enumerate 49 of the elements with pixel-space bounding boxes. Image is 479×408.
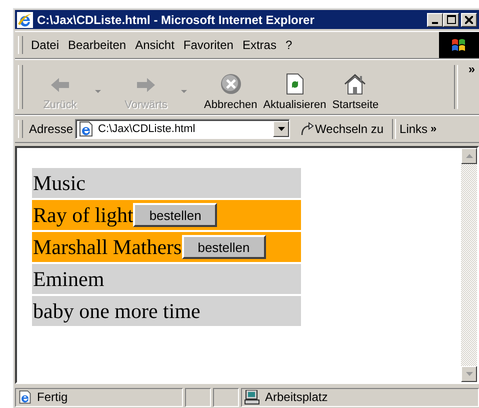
song-title: Ray of light	[32, 202, 134, 228]
page-icon	[78, 121, 94, 137]
address-field[interactable]: C:\Jax\CDListe.html	[75, 119, 290, 139]
more-chevron[interactable]: »	[468, 62, 475, 76]
song-title: baby one more time	[32, 298, 200, 324]
menu-item[interactable]: Favoriten	[181, 38, 240, 52]
up-arrow-icon	[466, 154, 472, 158]
zone-text: Arbeitsplatz	[265, 390, 328, 404]
links-label[interactable]: Links	[400, 122, 428, 136]
left-arrow-icon	[49, 75, 71, 95]
house-icon	[343, 73, 368, 95]
maximize-button[interactable]	[443, 12, 459, 26]
refresh-icon	[286, 73, 304, 95]
more-chevron[interactable]: »	[430, 123, 437, 135]
close-button[interactable]	[461, 12, 477, 26]
down-arrow-icon	[466, 372, 472, 376]
refresh-button[interactable]: Aktualisieren	[260, 63, 330, 111]
stop-button[interactable]: Abbrechen	[201, 63, 260, 111]
song-title: Marshall Mathers	[32, 234, 182, 260]
windows-logo-icon	[439, 32, 479, 58]
vertical-scrollbar[interactable]	[461, 148, 477, 382]
page-icon	[18, 390, 32, 404]
minimize-button[interactable]	[427, 12, 443, 26]
caret-icon	[278, 127, 285, 131]
song-title: Music	[32, 170, 86, 196]
right-arrow-icon	[135, 75, 157, 95]
maximize-icon	[446, 15, 456, 24]
go-button[interactable]: Wechseln zu	[296, 122, 388, 136]
stop-icon	[220, 73, 242, 95]
close-icon	[465, 16, 473, 24]
status-panel	[213, 388, 239, 406]
menu-item[interactable]: ?	[283, 38, 300, 52]
order-button[interactable]: bestellen	[182, 235, 266, 259]
menu-item[interactable]: Datei	[29, 38, 66, 52]
menu-item[interactable]: Ansicht	[133, 38, 182, 52]
address-label: Adresse	[29, 122, 74, 136]
order-button[interactable]: bestellen	[133, 203, 218, 227]
menu-item[interactable]: Bearbeiten	[66, 38, 134, 52]
song-title: Eminem	[32, 266, 104, 292]
status-panel	[185, 388, 211, 406]
window-title: C:\Jax\CDListe.html - Microsoft Internet Explorer	[37, 12, 314, 26]
curved-arrow-icon	[300, 122, 314, 136]
browser-logo-icon	[17, 12, 33, 28]
home-button[interactable]: Startseite	[329, 63, 382, 111]
dropdown-button[interactable]	[273, 121, 290, 137]
computer-icon	[244, 390, 260, 404]
minimize-icon	[432, 22, 438, 24]
menu-item[interactable]: Extras	[240, 38, 284, 52]
status-text: Fertig	[37, 390, 68, 404]
